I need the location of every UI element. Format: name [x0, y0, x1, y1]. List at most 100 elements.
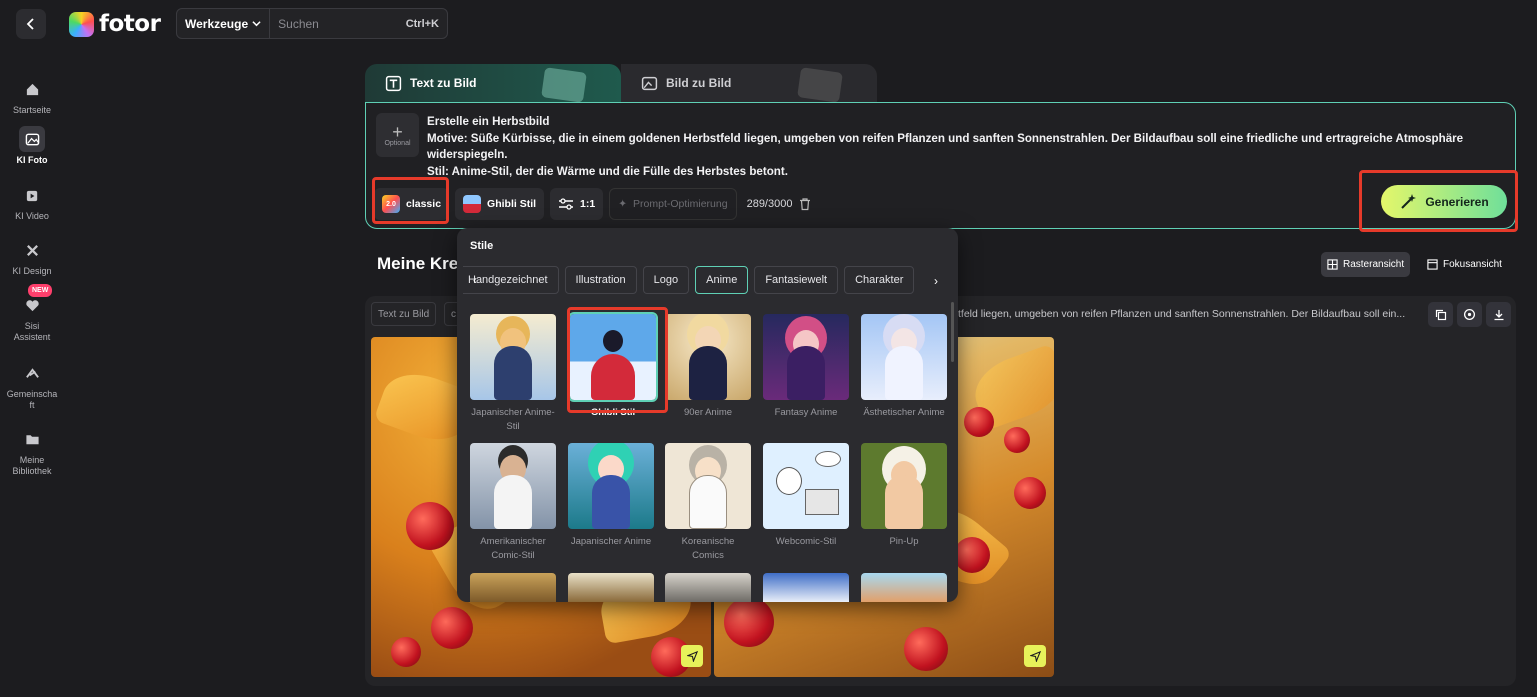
style-card[interactable]: Ästhetischer Anime [861, 314, 947, 420]
chevron-left-icon[interactable]: ‹ [473, 273, 477, 287]
prompt-textarea[interactable]: Erstelle ein Herbstbild Motive: Süße Kür… [427, 114, 1497, 180]
chevron-right-icon[interactable]: › [926, 268, 946, 294]
sidebar-item-label: KI Video [15, 211, 49, 221]
logo-text: fotor [99, 11, 161, 37]
download-button[interactable] [1486, 302, 1511, 327]
style-thumbnail-partial[interactable] [665, 573, 751, 602]
styles-dropdown: Stile Handgezeichnet Illustration Logo A… [457, 228, 958, 602]
category-logo[interactable]: Logo [642, 266, 690, 294]
prompt-line: Stil: Anime-Stil, der die Wärme und die … [427, 164, 788, 178]
style-label: Ghibli Stil [487, 198, 537, 210]
scrollbar[interactable] [951, 302, 954, 362]
video-icon [19, 182, 45, 208]
sidebar-item-label: Gemeinschaft [6, 389, 58, 410]
highlight-generate [1359, 170, 1518, 232]
sidebar-item-meine-bibliothek[interactable]: Meine Bibliothek [0, 426, 64, 477]
style-card[interactable]: Japanischer Anime [568, 443, 654, 549]
sidebar-item-label: KI Foto [16, 155, 48, 165]
send-icon [686, 650, 698, 662]
style-thumbnail [665, 443, 751, 529]
style-thumbnail [470, 314, 556, 400]
add-image-button[interactable]: + Optional [376, 113, 419, 157]
grid-view-label: Rasteransicht [1343, 259, 1405, 270]
result-type-chip: Text zu Bild [371, 302, 437, 326]
tools-dropdown[interactable]: Werkzeuge [177, 9, 271, 38]
sidebar-item-ki-design[interactable]: KI Design [0, 237, 64, 277]
style-card-label: Pin-Up [889, 536, 919, 547]
ghibli-thumb-icon [463, 195, 482, 213]
folder-icon [19, 426, 45, 452]
style-card-label: Webcomic-Stil [775, 536, 837, 547]
design-icon [19, 237, 45, 263]
tab-decoration [541, 67, 587, 102]
sidebar-item-ki-foto[interactable]: KI Foto [0, 126, 64, 166]
community-icon [19, 360, 45, 386]
image-icon [19, 126, 45, 152]
category-charakter[interactable]: Charakter [844, 266, 915, 294]
style-thumbnail [470, 443, 556, 529]
sidebar-item-startseite[interactable]: Startseite [0, 76, 64, 116]
style-thumbnail-partial[interactable] [470, 573, 556, 602]
styles-title: Stile [470, 240, 494, 252]
new-badge: NEW [28, 284, 53, 297]
search-bar[interactable]: Werkzeuge Suchen Ctrl+K [176, 8, 448, 39]
category-anime[interactable]: Anime [695, 266, 749, 294]
sidebar-item-gemeinschaft[interactable]: Gemeinschaft [0, 360, 64, 411]
tab-text-zu-bild[interactable]: Text zu Bild [365, 64, 621, 102]
category-illustration[interactable]: Illustration [564, 266, 637, 294]
sliders-icon [559, 198, 574, 210]
style-card-label: Amerikanischer Comic-Stil [480, 536, 546, 561]
text-image-icon [385, 75, 402, 91]
focus-view-button[interactable]: Fokusansicht [1421, 252, 1508, 277]
style-thumbnail-partial[interactable] [861, 573, 947, 602]
focus-icon [1427, 259, 1438, 270]
category-fantasiewelt[interactable]: Fantasiewelt [754, 266, 839, 294]
ratio-selector[interactable]: 1:1 [550, 188, 604, 220]
style-card[interactable]: Webcomic-Stil [763, 443, 849, 549]
style-thumbnail [763, 314, 849, 400]
style-card-label: Japanischer Anime-Stil [471, 407, 555, 432]
style-card[interactable]: Japanischer Anime-Stil [470, 314, 556, 434]
style-categories: Handgezeichnet Illustration Logo Anime F… [463, 266, 947, 294]
style-selector[interactable]: Ghibli Stil [455, 188, 545, 220]
style-card-label: Koreanische Comics [681, 536, 735, 561]
copy-icon [1435, 309, 1446, 320]
style-card[interactable]: 90er Anime [665, 314, 751, 420]
prompt-optimize-button[interactable]: ✦ Prompt-Optimierung [609, 188, 737, 220]
send-button[interactable] [681, 645, 703, 667]
back-button[interactable] [16, 9, 46, 39]
style-thumbnail [861, 443, 947, 529]
tab-bild-zu-bild[interactable]: Bild zu Bild [621, 64, 877, 102]
plus-icon: + [392, 121, 403, 142]
optimize-label: Prompt-Optimierung [633, 198, 728, 210]
my-creations-title: Meine Kre [377, 254, 459, 273]
fotor-logo[interactable]: fotor [69, 11, 161, 37]
prompt-line: Erstelle ein Herbstbild [427, 115, 550, 128]
sidebar-item-label: KI Design [12, 266, 52, 276]
prompt-panel: + Optional Erstelle ein Herbstbild Motiv… [365, 102, 1516, 229]
category-handgezeichnet[interactable]: Handgezeichnet [463, 266, 559, 294]
style-card[interactable]: Koreanische Comics [665, 443, 751, 563]
style-thumbnail [568, 443, 654, 529]
style-thumbnail [861, 314, 947, 400]
send-button[interactable] [1024, 645, 1046, 667]
style-thumbnail-partial[interactable] [763, 573, 849, 602]
style-card[interactable]: Amerikanischer Comic-Stil [470, 443, 556, 563]
logo-icon [69, 11, 94, 37]
style-card[interactable]: Pin-Up [861, 443, 947, 549]
trash-icon[interactable] [798, 197, 812, 211]
style-card[interactable]: Fantasy Anime [763, 314, 849, 420]
grid-icon [1327, 259, 1338, 270]
sidebar-item-label: Startseite [12, 105, 52, 115]
focus-view-label: Fokusansicht [1443, 259, 1502, 270]
sidebar-item-ki-video[interactable]: KI Video [0, 182, 64, 222]
grid-view-button[interactable]: Rasteransicht [1321, 252, 1411, 277]
optional-label: Optional [384, 139, 411, 147]
mode-tabs: Text zu Bild Bild zu Bild [365, 64, 877, 102]
sidebar-item-sisi-assistent[interactable]: NEW Sisi Assistent [0, 284, 64, 343]
copy-button[interactable] [1428, 302, 1453, 327]
style-thumbnail-partial[interactable] [568, 573, 654, 602]
remix-button[interactable] [1457, 302, 1482, 327]
search-input[interactable]: Suchen [270, 17, 406, 31]
result-prompt-text: tfeld liegen, umgeben von reifen Pflanze… [958, 308, 1406, 320]
